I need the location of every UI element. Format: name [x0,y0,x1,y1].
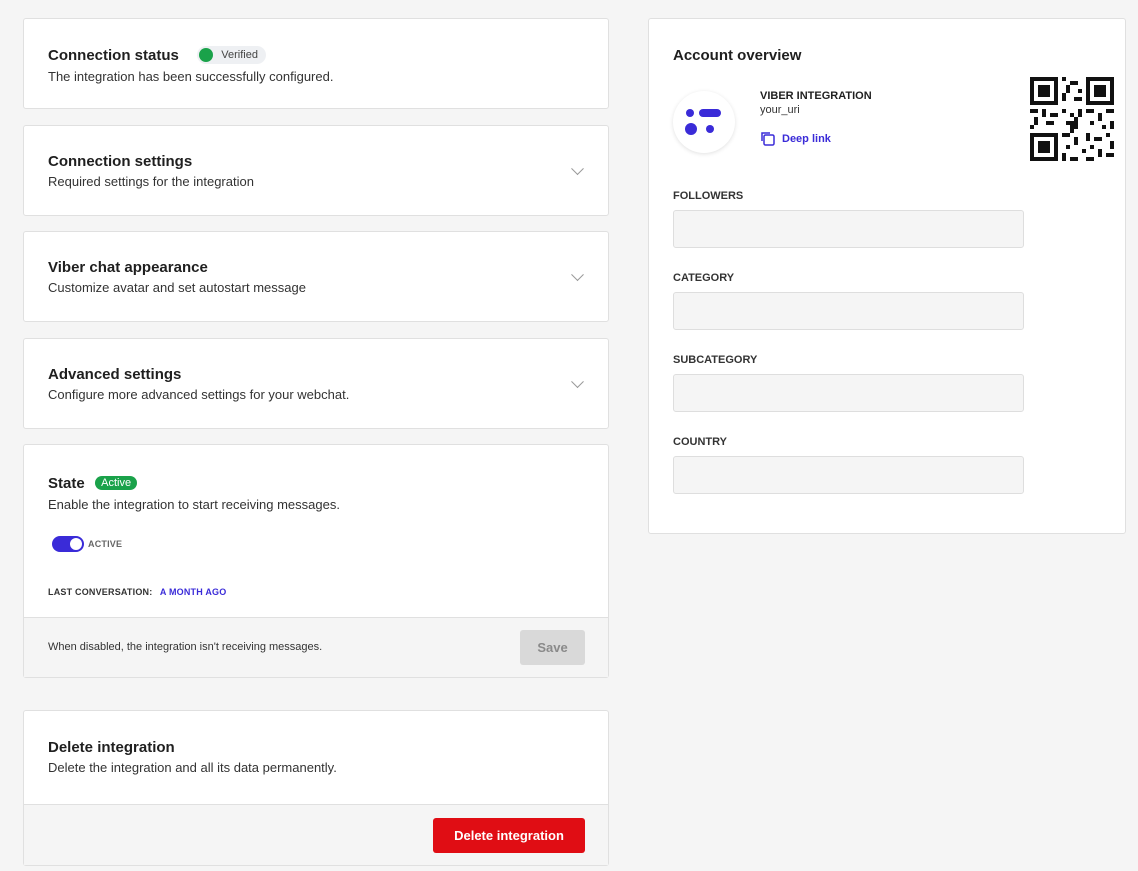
account-overview-card: Account overview VIBER INTEGRATION your_… [648,18,1126,534]
account-overview-title: Account overview [673,47,802,64]
category-field [673,292,1024,330]
connection-settings-description: Required settings for the integration [48,174,254,189]
viber-chat-appearance-description: Customize avatar and set autostart messa… [48,280,306,295]
delete-integration-button[interactable]: Delete integration [433,818,585,853]
copy-icon [761,132,775,146]
status-dot-icon [199,48,214,62]
delete-integration-title: Delete integration [48,739,175,756]
viber-chat-appearance-title: Viber chat appearance [48,259,208,276]
subcategory-label: SUBCATEGORY [673,354,758,366]
state-title: State [48,475,85,492]
deep-link[interactable]: Deep link [759,130,831,147]
save-button[interactable]: Save [520,630,585,665]
verified-label: Verified [221,49,258,61]
followers-field [673,210,1024,248]
last-conversation-value: A MONTH AGO [159,587,227,597]
viber-chat-appearance-section[interactable]: Viber chat appearance Customize avatar a… [23,231,609,322]
category-label: CATEGORY [673,272,735,284]
connection-status-card: Connection status Verified The integrati… [23,18,609,109]
connection-status-description: The integration has been successfully co… [48,69,334,85]
state-toggle[interactable] [52,536,84,552]
followers-label: FOLLOWERS [673,190,744,202]
logo [673,91,735,153]
delete-integration-description: Delete the integration and all its data … [48,760,337,775]
logo-mark-icon [685,109,721,135]
qr-code [1030,77,1114,161]
subcategory-field [673,374,1024,412]
advanced-settings-description: Configure more advanced settings for you… [48,387,350,402]
last-conversation-label: LAST CONVERSATION: [48,587,153,597]
connection-settings-title: Connection settings [48,153,193,170]
advanced-settings-section[interactable]: Advanced settings Configure more advance… [23,338,609,429]
connection-settings-section[interactable]: Connection settings Required settings fo… [23,125,609,216]
country-label: COUNTRY [673,436,727,448]
chevron-down-icon[interactable] [571,267,584,281]
state-description: Enable the integration to start receivin… [48,497,340,512]
account-name: VIBER INTEGRATION [760,90,872,102]
connection-status-title: Connection status [48,47,179,65]
account-uri: your_uri [760,104,800,116]
chevron-down-icon[interactable] [571,374,584,388]
delete-footer: Delete integration [24,804,608,865]
deep-link-label: Deep link [782,132,831,145]
verified-badge: Verified [197,46,266,64]
advanced-settings-title: Advanced settings [48,366,182,383]
toggle-label: ACTIVE [88,539,123,549]
country-field [673,456,1024,494]
active-badge: Active [95,475,138,490]
chevron-down-icon[interactable] [571,161,584,175]
state-card: State Active Enable the integration to s… [23,444,609,678]
delete-integration-card: Delete integration Delete the integratio… [23,710,609,866]
state-footer: When disabled, the integration isn't rec… [24,617,608,677]
state-footer-note: When disabled, the integration isn't rec… [48,641,323,653]
